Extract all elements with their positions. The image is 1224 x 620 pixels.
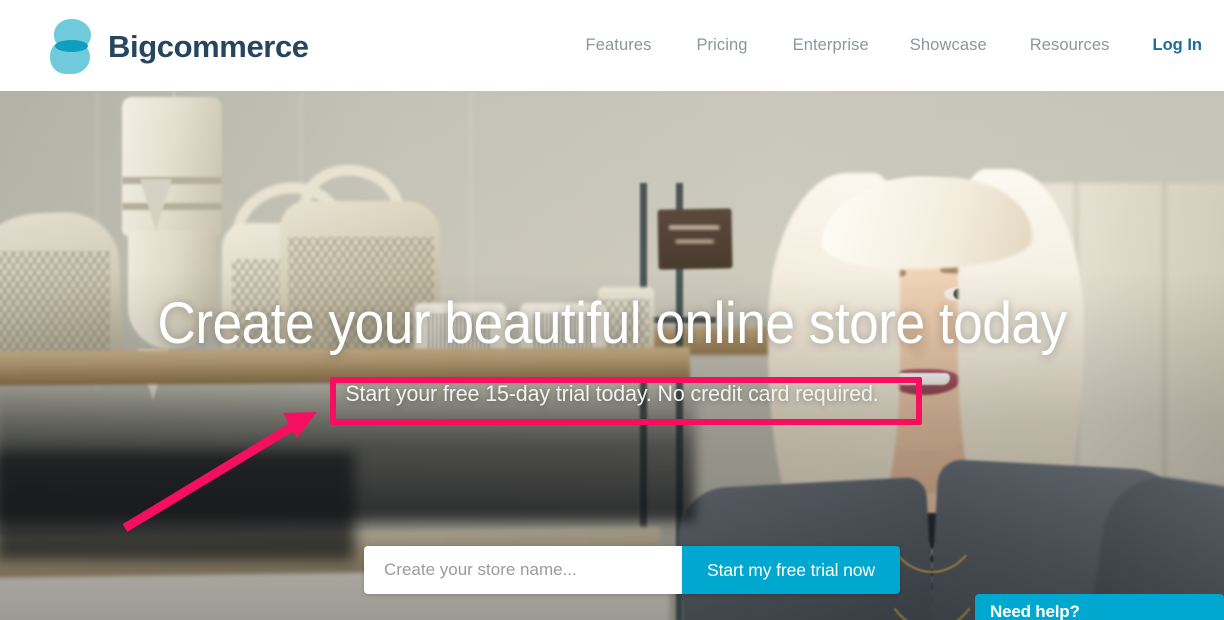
need-help-chat-widget[interactable]: Need help?: [975, 594, 1224, 620]
nav-item-enterprise[interactable]: Enterprise: [793, 36, 869, 55]
brand-logo[interactable]: Bigcommerce: [48, 18, 309, 74]
logo-overlap-lens: [55, 40, 88, 52]
site-header: Bigcommerce Features Pricing Enterprise …: [0, 0, 1224, 91]
nav-item-pricing[interactable]: Pricing: [696, 36, 747, 55]
page-root: Bigcommerce Features Pricing Enterprise …: [0, 0, 1224, 620]
nav-item-features[interactable]: Features: [586, 36, 652, 55]
nav-item-resources[interactable]: Resources: [1030, 36, 1110, 55]
nav-item-showcase[interactable]: Showcase: [910, 36, 987, 55]
login-link[interactable]: Log In: [1153, 36, 1202, 55]
hero-subtitle: Start your free 15-day trial today. No c…: [345, 381, 879, 406]
store-name-input[interactable]: [364, 546, 682, 594]
brand-name: Bigcommerce: [108, 28, 309, 64]
free-trial-form: Start my free trial now: [364, 546, 900, 594]
bigcommerce-logo-icon: [48, 18, 94, 74]
start-free-trial-button[interactable]: Start my free trial now: [682, 546, 900, 594]
chat-widget-title: Need help?: [990, 602, 1080, 620]
hero-content: Create your beautiful online store today…: [0, 91, 1224, 620]
page-title: Create your beautiful online store today: [157, 291, 1067, 356]
main-navigation: Features Pricing Enterprise Showcase Res…: [586, 0, 1224, 91]
hero-section: Create your beautiful online store today…: [0, 91, 1224, 620]
